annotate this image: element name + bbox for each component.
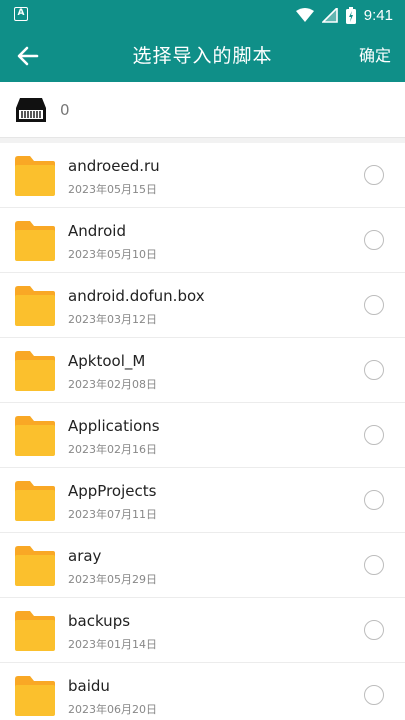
file-row-androeed[interactable]: androeed.ru 2023年05月15日 [0,143,405,208]
back-button[interactable] [14,42,42,70]
file-name: Apktool_M [68,352,146,370]
folder-icon [15,416,55,456]
file-date: 2023年05月29日 [68,573,157,586]
file-date: 2023年02月08日 [68,378,157,391]
signal-icon [321,7,338,23]
confirm-button[interactable]: 确定 [359,30,391,82]
folder-icon [15,351,55,391]
file-row-appprojects[interactable]: AppProjects 2023年07月11日 [0,468,405,533]
file-date: 2023年07月11日 [68,508,157,521]
file-date: 2023年02月16日 [68,443,157,456]
folder-icon [15,221,55,261]
file-row-backups[interactable]: backups 2023年01月14日 [0,598,405,663]
select-radio[interactable] [364,360,384,380]
select-radio[interactable] [364,685,384,705]
sd-card-icon [16,98,46,122]
file-date: 2023年03月12日 [68,313,157,326]
file-name: android.dofun.box [68,287,205,305]
notification-icon: A [14,7,28,21]
file-date: 2023年05月10日 [68,248,157,261]
file-name: Android [68,222,126,240]
file-row-applications[interactable]: Applications 2023年02月16日 [0,403,405,468]
battery-icon [345,6,356,24]
status-bar: A 9:41 [0,0,405,30]
file-name: aray [68,547,102,565]
select-radio[interactable] [364,165,384,185]
select-radio[interactable] [364,620,384,640]
folder-icon [15,286,55,326]
file-row-android[interactable]: Android 2023年05月10日 [0,208,405,273]
folder-icon [15,156,55,196]
arrow-left-icon [17,46,39,66]
wifi-icon [295,8,314,22]
file-name: backups [68,612,131,630]
select-radio[interactable] [364,425,384,445]
storage-count: 0 [60,101,70,119]
app-root: A 9:41 选择导入的脚本 确定 0 androeed.ru 2023年05月… [0,0,405,720]
file-name: Applications [68,417,160,435]
folder-icon [15,481,55,521]
file-row-android-dofun-box[interactable]: android.dofun.box 2023年03月12日 [0,273,405,338]
file-date: 2023年06月20日 [68,703,157,716]
file-name: AppProjects [68,482,157,500]
file-row-aray[interactable]: aray 2023年05月29日 [0,533,405,598]
select-radio[interactable] [364,295,384,315]
file-row-baidu[interactable]: baidu 2023年06月20日 [0,663,405,720]
toolbar: 选择导入的脚本 确定 [0,30,405,82]
file-list: androeed.ru 2023年05月15日 Android 2023年05月… [0,143,405,720]
select-radio[interactable] [364,230,384,250]
select-radio[interactable] [364,555,384,575]
status-time: 9:41 [363,6,393,24]
file-name: androeed.ru [68,157,160,175]
file-row-apktool-m[interactable]: Apktool_M 2023年02月08日 [0,338,405,403]
file-date: 2023年05月15日 [68,183,157,196]
storage-row[interactable]: 0 [0,82,405,138]
folder-icon [15,676,55,716]
folder-icon [15,546,55,586]
folder-icon [15,611,55,651]
file-name: baidu [68,677,110,695]
select-radio[interactable] [364,490,384,510]
file-date: 2023年01月14日 [68,638,157,651]
status-icons: 9:41 [295,4,393,26]
page-title: 选择导入的脚本 [132,45,273,67]
